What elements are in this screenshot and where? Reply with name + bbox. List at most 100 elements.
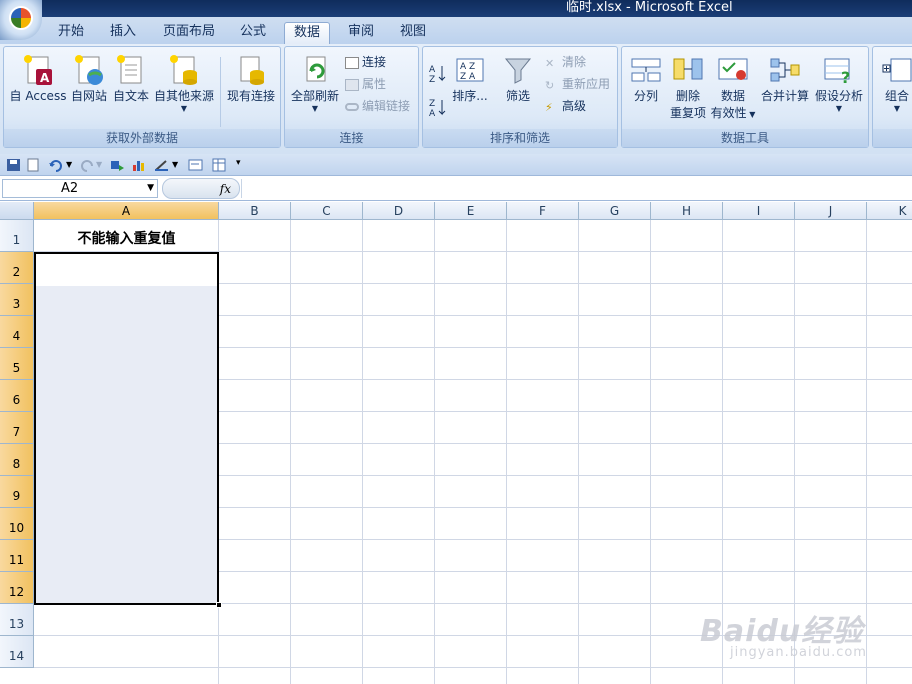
dropdown-arrow-icon: ▼	[180, 104, 188, 113]
from-access-button[interactable]: A 自 Access	[8, 53, 68, 104]
column-header-b[interactable]: B	[219, 202, 291, 220]
svg-text:Z A: Z A	[460, 72, 476, 82]
column-header-f[interactable]: F	[507, 202, 579, 220]
remove-duplicates-icon	[673, 58, 703, 80]
column-header-a[interactable]: A	[34, 202, 219, 220]
consolidate-icon	[770, 58, 800, 82]
tab-review[interactable]: 审阅	[338, 22, 384, 44]
column-header-h[interactable]: H	[651, 202, 723, 220]
fx-icon: fx	[219, 182, 231, 196]
row-header-9[interactable]: 9	[0, 476, 34, 508]
table-icon[interactable]	[212, 158, 227, 172]
row-header-3[interactable]: 3	[0, 284, 34, 316]
sort-za-icon: ZA	[429, 99, 446, 119]
existing-connections-button[interactable]: 现有连接	[224, 53, 278, 104]
macro-icon[interactable]	[110, 158, 125, 172]
column-header-c[interactable]: C	[291, 202, 363, 220]
tab-formulas[interactable]: 公式	[230, 22, 276, 44]
row-header-7[interactable]: 7	[0, 412, 34, 444]
redo-dropdown-icon[interactable]: ▼	[96, 160, 111, 174]
row-header-5[interactable]: 5	[0, 348, 34, 380]
clear-filter-button[interactable]: ✕ 清除	[545, 53, 586, 70]
form-icon[interactable]	[188, 158, 203, 172]
svg-text:A: A	[429, 109, 436, 117]
data-validation-button[interactable]: 数据 有效性 ▼	[710, 53, 756, 121]
tab-home[interactable]: 开始	[48, 22, 94, 44]
undo-dropdown-icon[interactable]: ▼	[66, 160, 81, 174]
fill-handle[interactable]	[216, 602, 222, 608]
row-header-14[interactable]: 14	[0, 636, 34, 668]
row-header-13[interactable]: 13	[0, 604, 34, 636]
group-rows-icon	[882, 58, 912, 82]
selected-range[interactable]	[34, 252, 222, 608]
redo-icon[interactable]	[80, 158, 95, 172]
row-header-10[interactable]: 10	[0, 508, 34, 540]
new-document-icon[interactable]	[26, 158, 41, 172]
grid-line	[506, 220, 507, 684]
formula-input[interactable]	[241, 179, 910, 198]
column-header-i[interactable]: I	[723, 202, 795, 220]
sort-descending-button[interactable]: ZA	[429, 97, 447, 119]
advanced-filter-button[interactable]: ⚡ 高级	[545, 97, 586, 114]
sort-ascending-button[interactable]: AZ	[429, 63, 447, 85]
select-all-button[interactable]	[0, 202, 34, 220]
draw-icon[interactable]	[154, 158, 169, 172]
sort-label: 排序...	[452, 89, 488, 103]
active-cell-a2[interactable]	[36, 254, 217, 286]
filter-button[interactable]: 筛选	[497, 53, 539, 104]
sort-button[interactable]: A ZZ A 排序...	[449, 53, 491, 104]
consolidate-button[interactable]: 合并计算	[760, 53, 810, 104]
sort-az-icon: AZ	[429, 65, 446, 85]
row-header-6[interactable]: 6	[0, 380, 34, 412]
row-header-2[interactable]: 2	[0, 252, 34, 284]
properties-icon	[345, 78, 359, 91]
row-header-4[interactable]: 4	[0, 316, 34, 348]
group-label-data-tools: 数据工具	[622, 129, 868, 147]
tab-page-layout[interactable]: 页面布局	[158, 22, 220, 44]
cell-a1[interactable]: 不能输入重复值	[35, 221, 218, 252]
refresh-all-button[interactable]: 全部刷新 ▼	[289, 53, 341, 114]
undo-icon[interactable]	[48, 158, 63, 172]
connections-label: 连接	[362, 55, 387, 69]
watermark-url: jingyan.baidu.com	[730, 645, 867, 660]
tab-view[interactable]: 视图	[390, 22, 436, 44]
from-other-sources-button[interactable]: 自其他来源 ▼	[152, 53, 216, 114]
row-header-11[interactable]: 11	[0, 540, 34, 572]
group-label-connections: 连接	[285, 129, 418, 147]
edit-links-button[interactable]: 编辑链接	[345, 97, 410, 114]
column-header-e[interactable]: E	[435, 202, 507, 220]
reapply-button[interactable]: ↻ 重新应用	[545, 75, 610, 92]
connections-button[interactable]: 连接	[345, 53, 386, 70]
column-header-j[interactable]: J	[795, 202, 867, 220]
text-to-columns-button[interactable]: 分列	[626, 53, 666, 104]
office-button[interactable]	[0, 0, 42, 40]
from-text-button[interactable]: 自文本	[110, 53, 152, 104]
column-header-k[interactable]: K	[867, 202, 912, 220]
save-icon[interactable]	[6, 158, 21, 172]
row-header-1[interactable]: 1	[0, 220, 34, 252]
formula-bar: A2 ▼ fx	[0, 177, 912, 201]
column-header-d[interactable]: D	[363, 202, 435, 220]
tab-data[interactable]: 数据	[284, 22, 330, 44]
chart-icon[interactable]	[132, 158, 147, 172]
tab-insert[interactable]: 插入	[100, 22, 146, 44]
from-web-button[interactable]: 自网站	[68, 53, 110, 104]
clear-filter-label: 清除	[562, 55, 587, 69]
baidu-watermark: Baidu经验 jingyan.baidu.com	[700, 588, 910, 684]
reapply-icon: ↻	[545, 78, 555, 92]
grid-line	[362, 220, 363, 684]
properties-button[interactable]: 属性	[345, 75, 386, 92]
name-box-dropdown-icon[interactable]: ▼	[147, 180, 154, 197]
row-header-12[interactable]: 12	[0, 572, 34, 604]
group-data-tools: 分列 删除 重复项 数据 有效性 ▼ 合并计算 ? 假设分析 ▼ 数据工具	[621, 46, 869, 148]
insert-function-button[interactable]: fx	[162, 178, 240, 199]
row-header-8[interactable]: 8	[0, 444, 34, 476]
column-header-g[interactable]: G	[579, 202, 651, 220]
what-if-analysis-button[interactable]: ? 假设分析 ▼	[812, 53, 866, 114]
customize-qat-icon[interactable]: ▾	[236, 158, 251, 172]
dropdown-arrow-icon: ▼	[746, 110, 756, 119]
draw-dropdown-icon[interactable]: ▼	[172, 160, 187, 174]
group-button[interactable]: 组合 ▼	[879, 53, 912, 114]
name-box[interactable]: A2 ▼	[2, 179, 158, 198]
remove-duplicates-button[interactable]: 删除 重复项	[666, 53, 710, 121]
